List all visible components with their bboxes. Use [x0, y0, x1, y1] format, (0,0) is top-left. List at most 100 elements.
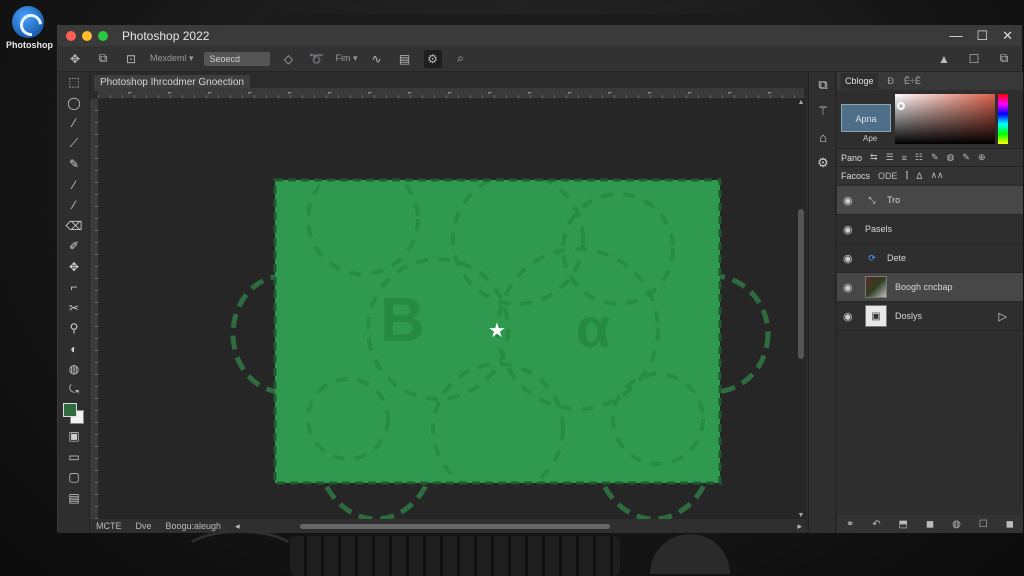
- lock-icon[interactable]: ⊡: [122, 50, 140, 68]
- path-tool-icon[interactable]: ⌐: [58, 277, 90, 298]
- scroll-down-icon[interactable]: ▼: [796, 512, 806, 519]
- layers-tab[interactable]: Facocs: [841, 171, 870, 181]
- group-icon[interactable]: ◍: [952, 519, 961, 530]
- properties-tool-icon[interactable]: ◍: [947, 152, 955, 163]
- frame-icon[interactable]: ☐: [965, 50, 983, 68]
- desktop-app-icon[interactable]: Photoshop: [6, 6, 53, 50]
- properties-tool-icon[interactable]: ✎: [931, 152, 939, 163]
- layer-row[interactable]: ◉ ⟳ Dete: [837, 244, 1023, 273]
- layer-row[interactable]: ◉ ⤡ Tro: [837, 186, 1023, 215]
- layer-row[interactable]: ◉ Pasels: [837, 215, 1023, 244]
- delete-layer-icon[interactable]: ◼: [1006, 519, 1014, 530]
- properties-tab[interactable]: Pano: [841, 153, 862, 163]
- eraser-tool-icon[interactable]: ⌫: [58, 216, 90, 237]
- share-icon[interactable]: ▲: [935, 50, 953, 68]
- brush-panel-icon[interactable]: ⚚: [809, 98, 837, 124]
- lasso-icon[interactable]: ➰: [308, 50, 326, 68]
- move-tool-icon[interactable]: ✥: [66, 50, 84, 68]
- clipboard-icon[interactable]: ▤: [396, 50, 414, 68]
- color-swatches[interactable]: [58, 400, 89, 426]
- document-canvas[interactable]: B α ★: [98, 99, 796, 519]
- workspace-icon[interactable]: ⧉: [995, 50, 1013, 68]
- tab-gradients[interactable]: Ê÷Ê: [904, 76, 921, 86]
- crop-tool-icon[interactable]: ⟋: [58, 134, 90, 155]
- properties-tool-icon[interactable]: ⊕: [978, 152, 986, 163]
- quickmask-icon[interactable]: ▣: [58, 426, 90, 447]
- wand-icon[interactable]: ⌕: [452, 50, 470, 68]
- center-star-icon[interactable]: ★: [488, 318, 506, 342]
- brush-tool-icon[interactable]: ✎: [58, 154, 90, 175]
- vertical-ruler[interactable]: [90, 99, 98, 519]
- move-tool-icon[interactable]: ✥: [58, 257, 90, 278]
- layer-link-icon[interactable]: ▷: [999, 310, 1007, 323]
- pencil-tool-icon[interactable]: ⁄: [58, 175, 90, 196]
- line-tool-icon[interactable]: ⁄: [58, 195, 90, 216]
- slice-tool-icon[interactable]: ✂: [58, 298, 90, 319]
- wand-tool-icon[interactable]: ⁄: [58, 113, 90, 134]
- fx-icon[interactable]: ↶: [872, 519, 880, 530]
- dodge-tool-icon[interactable]: ◐: [58, 339, 90, 360]
- eye-visibility-icon[interactable]: ◉: [843, 223, 857, 236]
- scroll-up-icon[interactable]: ▲: [796, 99, 806, 106]
- restore-button[interactable]: ☐: [976, 28, 988, 44]
- hue-slider[interactable]: [998, 94, 1008, 144]
- link-layers-icon[interactable]: ⚭: [846, 519, 854, 530]
- horizontal-ruler[interactable]: ⌐⌐⌐⌐⌐⌐⌐⌐⌐⌐⌐⌐⌐⌐⌐⌐⌐⌐⌐⌐⌐⌐⌐⌐⌐⌐: [98, 88, 804, 99]
- close-dot-button[interactable]: [66, 31, 76, 41]
- pen-tool-icon[interactable]: ✐: [58, 236, 90, 257]
- eye-shape-icon[interactable]: ◇: [280, 50, 298, 68]
- close-button[interactable]: ✕: [1002, 28, 1013, 44]
- screen-mode-icon[interactable]: ▭: [58, 447, 90, 468]
- arrange-icon[interactable]: ⧉: [94, 50, 112, 68]
- saturation-field[interactable]: [895, 94, 995, 144]
- settings-icon[interactable]: ⚙: [423, 49, 442, 68]
- layer-filter-icon[interactable]: Δ: [916, 171, 922, 181]
- eye-visibility-icon[interactable]: ◉: [843, 252, 857, 265]
- marquee-tool-icon[interactable]: ⬚: [58, 72, 90, 93]
- adjustment-icon[interactable]: ◼: [926, 519, 934, 530]
- pin-tool-icon[interactable]: ⚲: [58, 318, 90, 339]
- properties-tool-icon[interactable]: ≡: [902, 153, 907, 163]
- layer-filter-icon[interactable]: ∧∧: [930, 170, 943, 181]
- properties-tool-icon[interactable]: ☰: [886, 152, 894, 163]
- vertical-scrollbar[interactable]: ▲ ▼: [796, 99, 806, 519]
- eye-visibility-icon[interactable]: ◉: [843, 310, 857, 323]
- color-picker-handle[interactable]: [897, 102, 905, 110]
- layer-row[interactable]: ◉ ▣ Doslys ▷: [837, 302, 1023, 331]
- layer-filter-icon[interactable]: ODE: [878, 171, 898, 181]
- curve-icon[interactable]: ∿: [368, 50, 386, 68]
- tab-swatches[interactable]: Ð: [888, 76, 895, 86]
- horizontal-scrollbar[interactable]: [254, 522, 770, 530]
- stamp-tool-icon[interactable]: ◍: [58, 359, 90, 380]
- zoom-level[interactable]: MCTE: [96, 521, 122, 531]
- properties-tool-icon[interactable]: ☷: [915, 152, 923, 163]
- settings-panel-icon[interactable]: ⚙: [809, 150, 837, 176]
- adjust-panel-icon[interactable]: ⌂: [809, 124, 837, 150]
- style-select[interactable]: Seoecd: [203, 51, 270, 66]
- history-panel-icon[interactable]: ⧉: [809, 72, 837, 98]
- eye-visibility-icon[interactable]: ◉: [843, 194, 857, 207]
- scroll-left-icon[interactable]: ◂: [235, 521, 240, 532]
- vertical-scroll-thumb[interactable]: [798, 209, 804, 359]
- eye-visibility-icon[interactable]: ◉: [843, 281, 857, 294]
- mode-dropdown[interactable]: Mexdeml ▾: [150, 53, 194, 64]
- tab-color[interactable]: Cbloge: [841, 73, 878, 89]
- mask-icon[interactable]: ⬒: [899, 519, 908, 530]
- new-layer-icon[interactable]: ☐: [979, 519, 988, 530]
- current-color-swatch[interactable]: Apna: [841, 104, 891, 132]
- layer-filter-icon[interactable]: ⫿: [906, 170, 909, 181]
- minimize-button[interactable]: —: [949, 28, 962, 44]
- frame-tool-icon[interactable]: ▢: [58, 467, 90, 488]
- scroll-right-icon[interactable]: ▸: [797, 521, 802, 532]
- doc-info-value[interactable]: Boogu:aleugh: [166, 521, 222, 531]
- properties-tool-icon[interactable]: ⇆: [870, 152, 878, 163]
- horizontal-scroll-thumb[interactable]: [299, 524, 610, 529]
- minimize-dot-button[interactable]: [82, 31, 92, 41]
- properties-tool-icon[interactable]: ✎: [962, 152, 970, 163]
- maximize-dot-button[interactable]: [98, 31, 108, 41]
- extra-dropdown[interactable]: Fim ▾: [336, 53, 358, 64]
- lasso-tool-icon[interactable]: ◯: [58, 93, 90, 114]
- foreground-color-swatch[interactable]: [63, 403, 77, 417]
- curve-tool-icon[interactable]: ⤿: [58, 380, 90, 401]
- layer-row[interactable]: ◉ Boogh cncbap: [837, 273, 1023, 302]
